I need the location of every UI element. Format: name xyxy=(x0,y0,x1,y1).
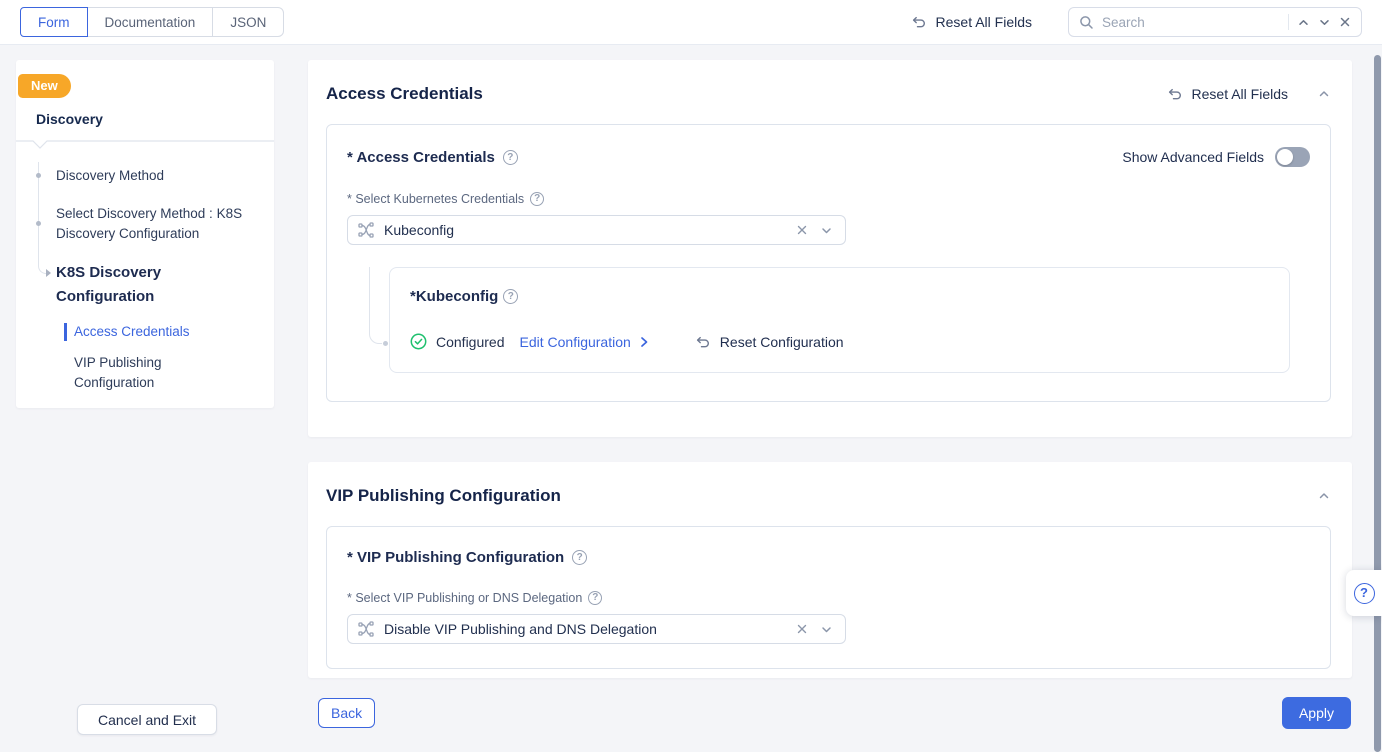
branch-nodes-icon xyxy=(358,222,375,238)
reset-icon xyxy=(911,14,927,30)
sidebar-item-k8s-discovery-configuration[interactable]: K8S Discovery Configuration xyxy=(16,261,274,309)
tree-arrow-icon xyxy=(46,269,51,277)
select-vip-publishing-label: * Select VIP Publishing or DNS Delegatio… xyxy=(347,591,1310,605)
field-label-text: * Select VIP Publishing or DNS Delegatio… xyxy=(347,591,582,605)
toggle-knob xyxy=(1277,149,1293,165)
chevron-down-icon[interactable] xyxy=(820,623,833,636)
tree-bullet xyxy=(36,221,41,226)
tab-documentation[interactable]: Documentation xyxy=(87,7,214,37)
cancel-and-exit-label: Cancel and Exit xyxy=(98,712,196,728)
info-icon[interactable]: ? xyxy=(588,591,602,605)
sidebar-item-vip-publishing-configuration[interactable]: VIP Publishing Configuration xyxy=(16,353,274,393)
select-kubernetes-credentials-label: * Select Kubernetes Credentials ? xyxy=(347,192,1310,206)
section-reset-all-fields-button[interactable]: Reset All Fields xyxy=(1167,86,1288,102)
tab-form-label: Form xyxy=(38,15,70,30)
footer-actions: Back Apply xyxy=(308,697,1352,729)
help-button[interactable]: ? xyxy=(1346,570,1382,616)
view-tab-group: Form Documentation JSON xyxy=(20,7,284,37)
back-button[interactable]: Back xyxy=(318,698,375,728)
apply-label: Apply xyxy=(1299,705,1334,721)
show-advanced-fields-toggle[interactable] xyxy=(1275,147,1310,167)
chevron-down-icon[interactable] xyxy=(820,224,833,237)
search-prev-icon[interactable] xyxy=(1297,16,1310,29)
vip-publishing-card: * VIP Publishing Configuration ? * Selec… xyxy=(326,526,1331,669)
tab-form[interactable]: Form xyxy=(20,7,88,37)
configured-check-icon xyxy=(410,333,427,350)
help-question-icon: ? xyxy=(1354,583,1375,604)
tree-bullet xyxy=(36,173,41,178)
collapse-section-icon[interactable] xyxy=(1318,490,1330,502)
vertical-scrollbar[interactable] xyxy=(1374,55,1381,752)
reset-all-fields-label: Reset All Fields xyxy=(936,14,1032,30)
reset-icon xyxy=(1167,86,1183,102)
info-icon[interactable]: ? xyxy=(503,289,518,304)
field-label-text: * Select Kubernetes Credentials xyxy=(347,192,524,206)
vip-publishing-select[interactable]: Disable VIP Publishing and DNS Delegatio… xyxy=(347,614,846,644)
collapse-section-icon[interactable] xyxy=(1318,88,1330,100)
step-tree: Discovery Method Select Discovery Method… xyxy=(16,158,274,393)
sidebar-divider-notch xyxy=(16,140,274,150)
vip-publishing-value: Disable VIP Publishing and DNS Delegatio… xyxy=(384,621,796,637)
search-close-icon[interactable] xyxy=(1339,16,1351,28)
search-bar xyxy=(1068,7,1362,37)
access-credentials-section: Access Credentials Reset All Fields * Ac xyxy=(308,60,1352,437)
nested-connector-line xyxy=(369,267,382,344)
apply-button[interactable]: Apply xyxy=(1282,697,1351,729)
clear-selection-icon[interactable] xyxy=(796,623,808,635)
edit-configuration-link[interactable]: Edit Configuration xyxy=(520,334,650,350)
info-icon[interactable]: ? xyxy=(530,192,544,206)
nested-connector-dot xyxy=(383,341,388,346)
cancel-and-exit-button[interactable]: Cancel and Exit xyxy=(77,704,217,735)
section-title-vip-publishing: VIP Publishing Configuration xyxy=(326,486,1318,506)
search-next-icon[interactable] xyxy=(1318,16,1331,29)
form-content: Access Credentials Reset All Fields * Ac xyxy=(308,60,1352,729)
tab-json[interactable]: JSON xyxy=(212,7,284,37)
tab-json-label: JSON xyxy=(230,15,266,30)
search-icon xyxy=(1079,15,1094,30)
section-reset-all-fields-label: Reset All Fields xyxy=(1192,86,1288,102)
reset-icon xyxy=(695,334,711,350)
search-input[interactable] xyxy=(1102,15,1280,30)
kubeconfig-title: *Kubeconfig xyxy=(410,288,498,305)
back-label: Back xyxy=(331,705,362,721)
access-credentials-card: * Access Credentials ? Show Advanced Fie… xyxy=(326,124,1331,402)
show-advanced-fields-label: Show Advanced Fields xyxy=(1122,149,1264,165)
navigation-sidebar: New Discovery Discovery Method Select Di… xyxy=(16,60,274,408)
tab-documentation-label: Documentation xyxy=(105,15,196,30)
sidebar-item-select-discovery-method[interactable]: Select Discovery Method : K8S Discovery … xyxy=(16,204,274,244)
configured-status: Configured xyxy=(436,334,505,350)
clear-selection-icon[interactable] xyxy=(796,224,808,236)
top-toolbar: Form Documentation JSON Reset All Fields xyxy=(0,0,1382,45)
info-icon[interactable]: ? xyxy=(503,150,518,165)
kubeconfig-panel: *Kubeconfig ? Configured Edit Co xyxy=(389,267,1290,373)
sidebar-title: Discovery xyxy=(36,111,274,127)
chevron-right-icon xyxy=(638,336,650,348)
reset-configuration-label: Reset Configuration xyxy=(720,334,844,350)
reset-configuration-button[interactable]: Reset Configuration xyxy=(695,334,844,350)
kubernetes-credentials-value: Kubeconfig xyxy=(384,222,796,238)
branch-nodes-icon xyxy=(358,621,375,637)
card-title-access-credentials: * Access Credentials xyxy=(347,149,495,166)
info-icon[interactable]: ? xyxy=(572,550,587,565)
kubernetes-credentials-select[interactable]: Kubeconfig xyxy=(347,215,846,245)
card-title-vip-publishing: * VIP Publishing Configuration xyxy=(347,549,564,566)
edit-configuration-label: Edit Configuration xyxy=(520,334,631,350)
vip-publishing-section: VIP Publishing Configuration * VIP Publi… xyxy=(308,462,1352,678)
section-title-access-credentials: Access Credentials xyxy=(326,84,1167,104)
search-divider xyxy=(1288,14,1289,30)
sidebar-item-access-credentials[interactable]: Access Credentials xyxy=(16,322,274,342)
reset-all-fields-button[interactable]: Reset All Fields xyxy=(911,14,1032,30)
sidebar-item-discovery-method[interactable]: Discovery Method xyxy=(16,158,274,186)
new-badge: New xyxy=(18,74,71,98)
